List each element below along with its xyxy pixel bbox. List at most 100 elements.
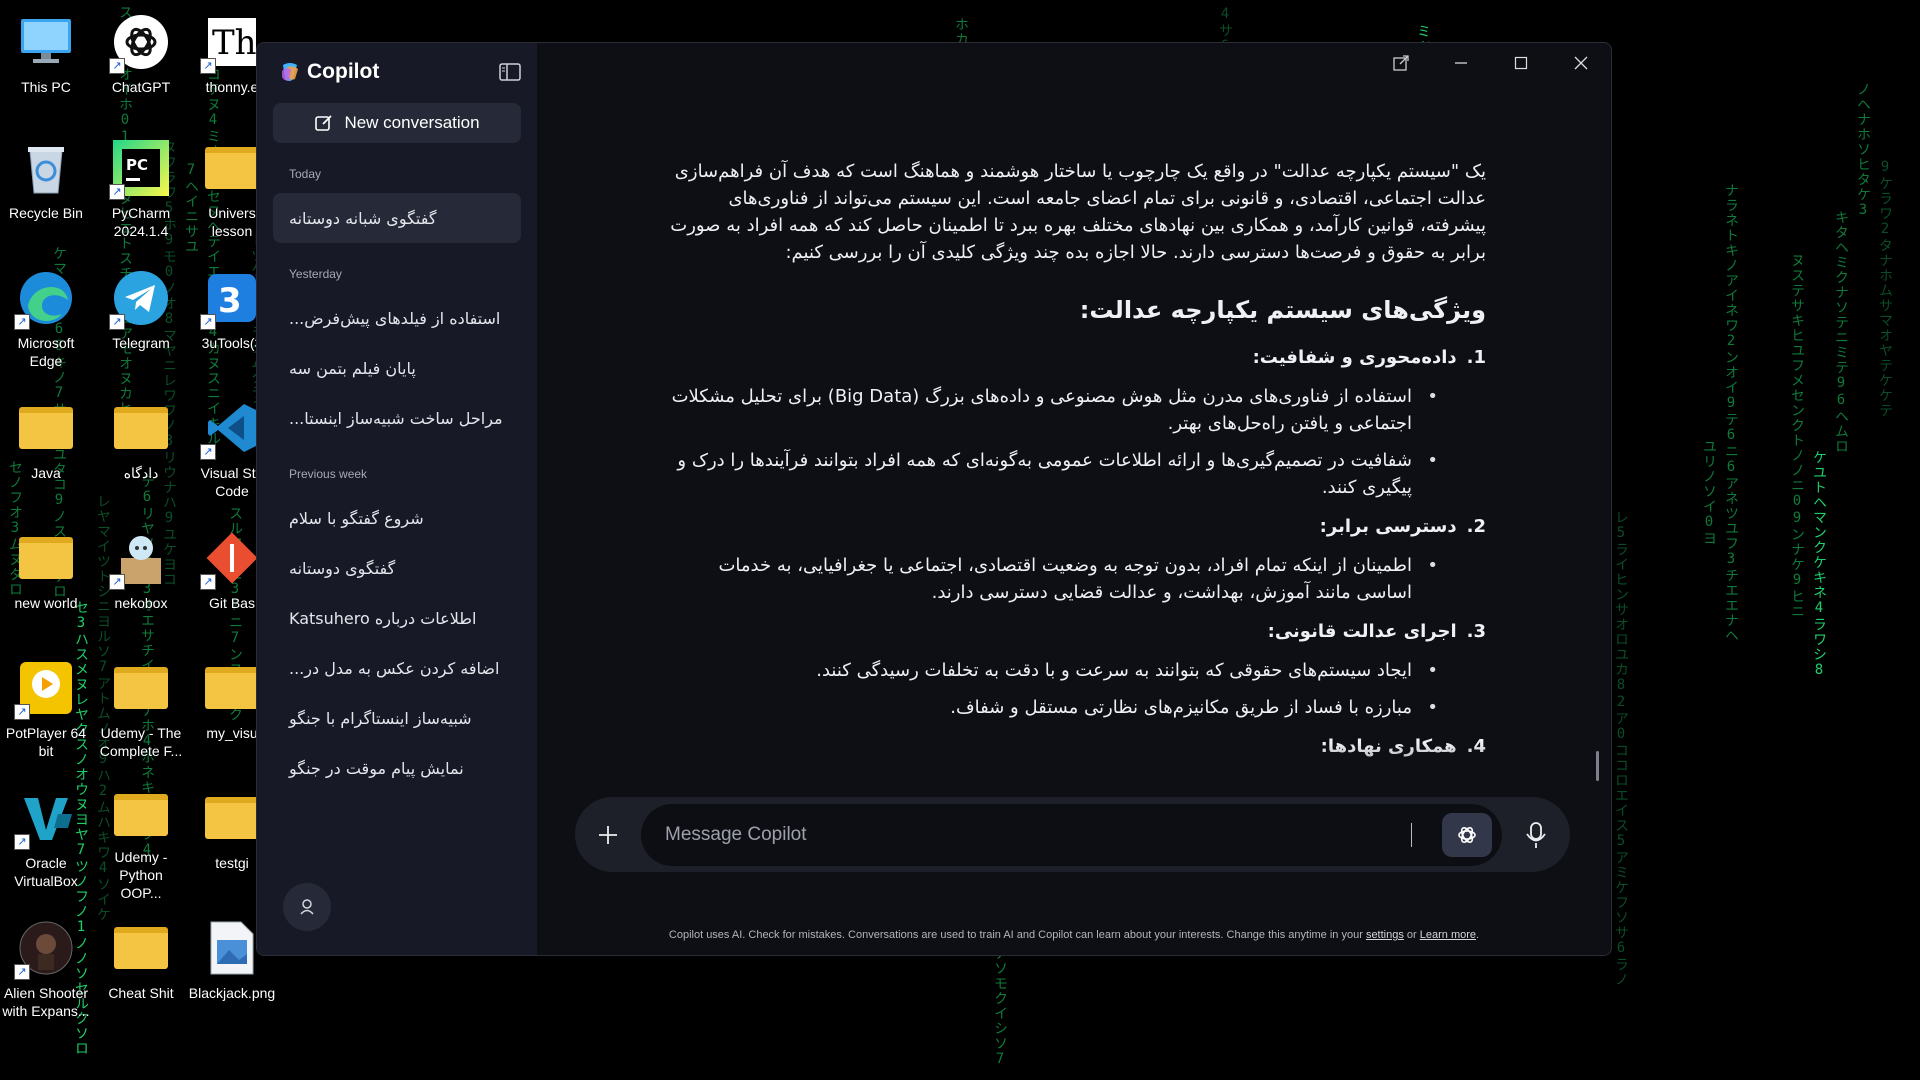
folder-icon	[111, 398, 171, 458]
settings-link[interactable]: settings	[1366, 929, 1404, 941]
popout-button[interactable]	[1371, 43, 1431, 83]
conversation-label: اطلاعات درباره Katsuhero	[289, 608, 477, 628]
conversation-item[interactable]: گفتگوی شبانه دوستانه	[273, 193, 521, 243]
conversation-label: پایان فیلم بتمن سه	[289, 358, 416, 378]
model-selector-button[interactable]	[1442, 812, 1492, 857]
brand: Copilot	[279, 57, 521, 87]
feature-bullet: استفاده از فناوری‌های مدرن مثل هوش مصنوع…	[661, 383, 1438, 437]
matrix-rain-column: レ5ライヒンサオロユカ82ア0ココロエイス5アミケフソサ6ラノ	[1613, 510, 1629, 987]
disclaimer: Copilot uses AI. Check for mistakes. Con…	[537, 929, 1611, 941]
matrix-rain-column: ヌステサキヒユフメセンクトノノニ09ンナケ9ヒニ	[1789, 253, 1805, 619]
git-icon: ↗	[200, 528, 262, 590]
feature-item: 1. داده‌محوری و شفافیت: استفاده از فناوری…	[661, 344, 1486, 501]
folder-icon	[16, 398, 76, 458]
folder-icon	[111, 788, 171, 842]
feature-bullet: مبارزه با فساد از طریق مکانیزم‌های نظارت…	[661, 694, 1438, 721]
maximize-button[interactable]	[1491, 43, 1551, 83]
new-conversation-label: New conversation	[344, 113, 480, 132]
minimize-button[interactable]	[1431, 43, 1491, 83]
desktop-icon-udemy-complete[interactable]: Udemy - The Complete F...	[97, 652, 185, 772]
desktop-icon-recycle-bin[interactable]: Recycle Bin	[2, 132, 90, 252]
conversation-item[interactable]: پایان فیلم بتمن سه	[273, 343, 521, 393]
matrix-rain-column: キタヘミクナソテニミテ96ヘムロ	[1833, 210, 1849, 454]
new-conversation-button[interactable]: New conversation	[273, 103, 521, 143]
desktop-icon-telegram[interactable]: ↗ Telegram	[97, 262, 185, 382]
desktop-icon-this-pc[interactable]: This PC	[2, 6, 90, 126]
desktop-icon-nekobox[interactable]: ↗ nekobox	[97, 522, 185, 642]
conversation-item[interactable]: اطلاعات درباره Katsuhero	[273, 593, 521, 643]
conversation-label: شروع گفتگو با سلام	[289, 508, 424, 528]
feature-title: دسترسی برابر:	[1319, 516, 1457, 537]
chatgpt-icon: ↗	[109, 12, 171, 74]
desktop-icon-new-world[interactable]: new world	[2, 522, 90, 642]
feature-number: 2.	[1466, 516, 1486, 537]
shortcut-arrow-icon: ↗	[14, 704, 30, 720]
desktop-icon-virtualbox[interactable]: ↗ Oracle VirtualBox	[2, 782, 90, 902]
compose-icon	[315, 115, 333, 131]
conversation-item[interactable]: اضافه کردن عکس به مدل در...	[273, 643, 521, 693]
disclaimer-or: or	[1406, 929, 1417, 941]
minimize-icon	[1455, 62, 1467, 64]
shortcut-arrow-icon: ↗	[109, 58, 125, 74]
matrix-rain-column: ノヘナホソヒタケ3	[1855, 82, 1871, 219]
copilot-window: Copilot New conversation Today گفتگوی شب…	[256, 42, 1612, 956]
section-today-title: Today	[289, 167, 322, 181]
desktop-icon-chatgpt[interactable]: ↗ ChatGPT	[97, 6, 185, 126]
shortcut-arrow-icon: ↗	[200, 444, 216, 460]
matrix-rain-column: 9ケラワ2タナホムサマオヤテケケテ	[1877, 159, 1893, 418]
feature-bullet: ایجاد سیستم‌های حقوقی که بتوانند به سرعت…	[661, 657, 1438, 684]
conversation-item[interactable]: نمایش پیام موقت در جنگو	[273, 743, 521, 793]
thonny-icon: Th ↗	[200, 12, 262, 74]
conversation-item[interactable]: استفاده از فیلدهای پیش‌فرض...	[273, 293, 521, 343]
chat-scroll-area[interactable]: یک "سیستم یکپارچه عدالت" در واقع یک چارچ…	[537, 113, 1611, 813]
copilot-logo-icon	[282, 63, 298, 81]
conversation-item[interactable]: مراحل ساخت شبیه‌ساز اینستا...	[273, 393, 521, 443]
learn-more-link[interactable]: Learn more	[1420, 929, 1476, 941]
desktop-icon-dadgah[interactable]: دادگاه	[97, 392, 185, 512]
chat-main: یک "سیستم یکپارچه عدالت" در واقع یک چارچ…	[537, 43, 1611, 955]
feature-list: 1. داده‌محوری و شفافیت: استفاده از فناوری…	[661, 344, 1486, 760]
shortcut-arrow-icon: ↗	[109, 314, 125, 330]
user-icon	[300, 899, 314, 915]
section-previous-week-title: Previous week	[289, 467, 368, 481]
desktop-icon-pycharm[interactable]: PC ↗ PyCharm 2024.1.4	[97, 132, 185, 252]
conversation-item[interactable]: گفتگوی دوستانه	[273, 543, 521, 593]
shortcut-arrow-icon: ↗	[14, 314, 30, 330]
toggle-sidebar-button[interactable]	[499, 63, 521, 81]
desktop-icon-udemy-python[interactable]: Udemy - Python OOP...	[97, 782, 185, 902]
close-button[interactable]	[1551, 43, 1611, 83]
desktop-icon-edge[interactable]: ↗ Microsoft Edge	[2, 262, 90, 382]
alien-shooter-icon: ↗	[14, 918, 76, 980]
monitor-icon	[16, 12, 76, 72]
conversation-item[interactable]: شبیه‌ساز اینستاگرام با جنگو	[273, 693, 521, 743]
attach-button[interactable]	[575, 824, 641, 846]
section-yesterday-title: Yesterday	[289, 267, 342, 281]
feature-title: داده‌محوری و شفافیت:	[1252, 347, 1457, 368]
conversation-item[interactable]: شروع گفتگو با سلام	[273, 493, 521, 543]
disclaimer-end: .	[1476, 929, 1480, 941]
composer	[575, 797, 1570, 872]
message-field	[641, 803, 1502, 866]
chat-scrollbar[interactable]	[1596, 751, 1599, 781]
feature-item: 4. همکاری نهادها:	[661, 733, 1486, 760]
plus-icon	[599, 825, 617, 844]
image-file-icon	[202, 918, 262, 978]
recycle-bin-icon	[16, 138, 76, 198]
brand-name: Copilot	[307, 60, 380, 83]
desktop-icon-alien-shooter[interactable]: ↗ Alien Shooter with Expans...	[2, 912, 90, 1032]
svg-text:3: 3	[218, 281, 242, 321]
microphone-button[interactable]	[1502, 821, 1570, 849]
folder-icon	[111, 658, 171, 718]
assistant-message: یک "سیستم یکپارچه عدالت" در واقع یک چارچ…	[661, 158, 1486, 772]
account-button[interactable]	[283, 883, 331, 931]
message-input[interactable]	[665, 823, 1411, 846]
feature-title: همکاری نهادها:	[1320, 736, 1457, 757]
desktop-icon-potplayer[interactable]: ↗ PotPlayer 64 bit	[2, 652, 90, 772]
folder-icon	[202, 788, 262, 848]
maximize-icon	[1514, 56, 1528, 70]
vscode-icon: ↗	[200, 398, 262, 460]
desktop-icon-cheat-shit[interactable]: Cheat Shit	[97, 912, 185, 1032]
feature-title: اجرای عدالت قانونی:	[1267, 621, 1457, 642]
conversation-label: نمایش پیام موقت در جنگو	[289, 758, 464, 778]
desktop-icon-java[interactable]: Java	[2, 392, 90, 512]
